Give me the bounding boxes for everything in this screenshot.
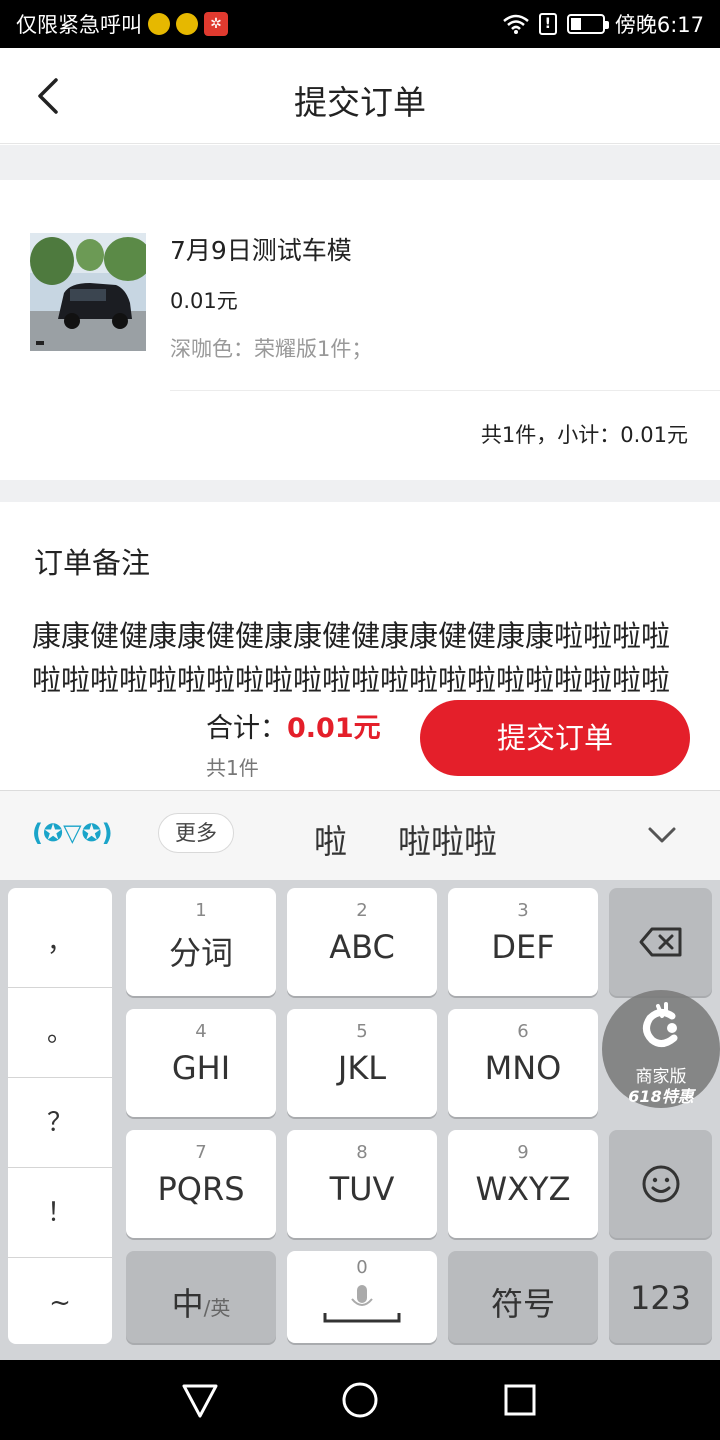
punct-key[interactable]: ！ [8,1168,112,1258]
key-number: 5 [356,1021,368,1042]
key-number: 4 [195,1021,207,1042]
key-label: JKL [337,1049,387,1087]
key-label: 123 [629,1279,692,1317]
symbols-key[interactable]: 符号 [448,1251,598,1343]
page-title: 提交订单 [294,83,426,122]
key-7[interactable]: 7 PQRS [126,1130,276,1238]
divider [170,390,720,391]
status-right: ! 傍晚6:17 [503,9,704,39]
battery-level [570,18,582,30]
punct-key[interactable]: ？ [8,1078,112,1168]
punct-key[interactable]: 。 [8,988,112,1078]
nav-back-button[interactable] [178,1378,222,1422]
app-notification-icon: ✲ [204,12,228,36]
key-number: 1 [195,900,207,921]
chevron-down-icon [648,827,676,843]
total-line: 合计：0.01元 [206,706,381,745]
backspace-key[interactable] [609,888,712,996]
product-thumbnail[interactable] [30,233,146,351]
app-header: 提交订单 [0,48,720,144]
submit-order-button[interactable]: 提交订单 [420,700,690,776]
product-name: 7月9日测试车模 [170,236,352,265]
lang-main-label: 中 [171,1285,204,1323]
battery-icon [566,14,609,34]
key-3[interactable]: 3 DEF [448,888,598,996]
badge-line2: 618特惠 [628,1087,694,1106]
remark-title: 订单备注 [34,546,151,580]
total-count: 共1件 [206,756,259,780]
backspace-icon [639,927,681,957]
collapse-keyboard-button[interactable] [644,817,680,853]
nav-home-button[interactable] [338,1378,382,1422]
key-1[interactable]: 1 分词 [126,888,276,996]
language-switch-key[interactable]: 中/英 [126,1251,276,1343]
keyboard: ， 。 ？ ！ ~ 1 分词 2 ABC 3 DEF 4 GHI 5 JKL 6 MNO 7… [0,880,720,1360]
key-number: 2 [356,900,368,921]
key-label: PQRS [157,1170,245,1208]
system-nav-bar [0,1360,720,1440]
space-key[interactable]: 0 [287,1251,437,1343]
numbers-key[interactable]: 123 [609,1251,712,1343]
microphone-icon [323,1285,401,1323]
candidate-word[interactable]: 啦 [314,815,347,863]
sim-alert-icon: ! [538,13,557,35]
key-label: MNO [484,1049,562,1087]
emoticon-button[interactable]: (✪▽✪) [32,819,113,847]
key-number: 9 [517,1142,529,1163]
key-label: DEF [491,928,555,966]
total-amount: 0.01元 [287,713,381,744]
floating-promo-badge[interactable]: 商家版 618特惠 [602,990,720,1108]
key-label: 分词 [168,934,233,972]
key-9[interactable]: 9 WXYZ [448,1130,598,1238]
status-left: 仅限紧急呼叫 ✲ [16,9,228,39]
punct-key[interactable]: ， [8,898,112,988]
product-card: 7月9日测试车模 0.01元 深咖色：荣耀版1件； 共1件，小计：0.01元 [0,203,720,480]
notification-icon [176,13,198,35]
square-recents-icon [504,1384,536,1416]
smiley-icon [642,1165,679,1203]
total-label: 合计： [206,713,287,744]
key-2[interactable]: 2 ABC [287,888,437,996]
key-label: 符号 [490,1285,555,1323]
product-subtotal: 共1件，小计：0.01元 [480,423,688,447]
key-label: TUV [329,1170,395,1208]
circle-home-icon [342,1382,378,1418]
remark-input[interactable]: 康康健健康康健健康康健健康康健健康康啦啦啦啦啦啦啦啦啦啦啦啦啦啦啦啦啦啦啦啦啦啦… [32,614,692,692]
more-button[interactable]: 更多 [158,813,234,853]
key-number: 6 [517,1021,529,1042]
key-8[interactable]: 8 TUV [287,1130,437,1238]
triangle-back-icon [182,1384,218,1418]
product-spec: 深咖色：荣耀版1件； [170,337,373,361]
key-4[interactable]: 4 GHI [126,1009,276,1117]
key-number: 8 [356,1142,368,1163]
emoji-key[interactable] [609,1130,712,1238]
order-remark-section: 订单备注 康康健健康康健健康康健健康康健健康康啦啦啦啦啦啦啦啦啦啦啦啦啦啦啦啦啦… [0,502,720,692]
key-number: 7 [195,1142,207,1163]
key-label: ABC [329,928,395,966]
key-label: WXYZ [475,1170,571,1208]
punctuation-column[interactable]: ， 。 ？ ！ ~ [8,888,112,1344]
punct-key[interactable]: ~ [8,1258,112,1348]
key-label: GHI [171,1049,231,1087]
status-bar: 仅限紧急呼叫 ✲ ! 傍晚6:17 [0,0,720,48]
nav-recents-button[interactable] [498,1378,542,1422]
wifi-icon [503,14,529,34]
merchant-logo-icon [636,1002,686,1052]
key-number: 3 [517,900,529,921]
checkout-bar: 合计：0.01元 共1件 提交订单 [0,692,720,790]
candidate-word[interactable]: 啦啦啦 [398,815,497,863]
carrier-text: 仅限紧急呼叫 [16,13,142,37]
clock: 傍晚6:17 [614,13,704,37]
lang-sub-label: /英 [203,1296,231,1320]
key-6[interactable]: 6 MNO [448,1009,598,1117]
section-spacer [0,145,720,180]
section-spacer [0,480,720,502]
ime-candidate-bar: (✪▽✪) 更多 啦 啦啦啦 [0,790,720,880]
product-price: 0.01元 [170,289,238,313]
key-number: 0 [356,1257,368,1278]
key-5[interactable]: 5 JKL [287,1009,437,1117]
notification-icon [148,13,170,35]
